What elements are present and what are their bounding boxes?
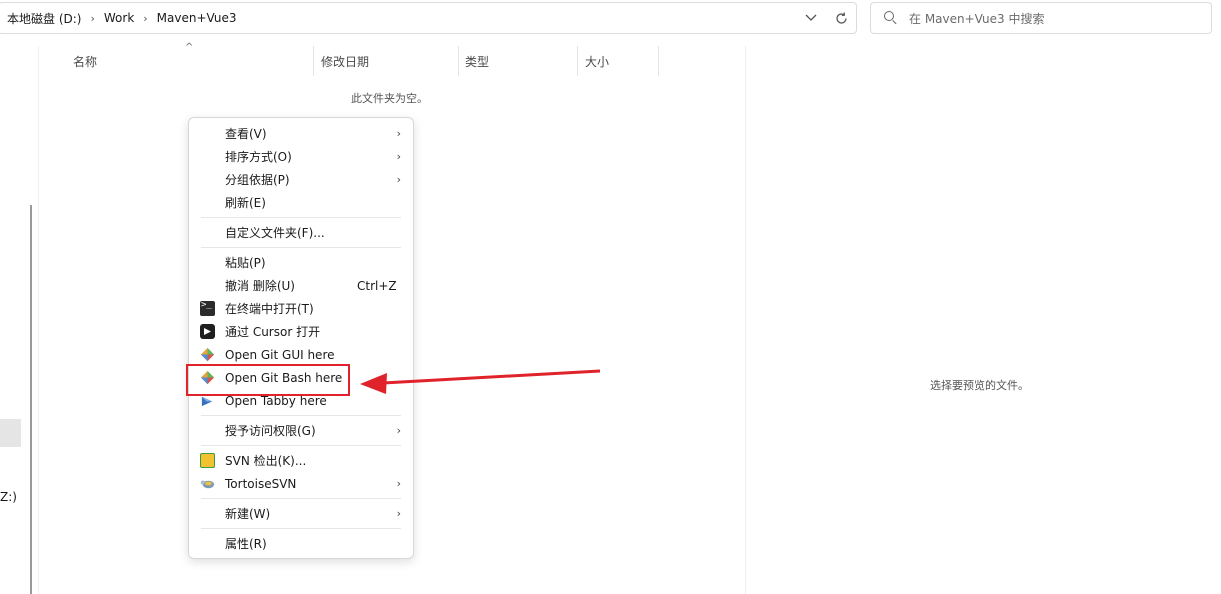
menu-item-label: SVN 检出(K)... <box>225 454 307 468</box>
chevron-down-icon[interactable] <box>796 3 826 33</box>
chevron-right-icon: › <box>396 173 401 186</box>
menu-item-new[interactable]: 新建(W) › <box>189 502 413 525</box>
chevron-right-icon: › <box>396 127 401 140</box>
menu-item-customize-folder[interactable]: 自定义文件夹(F)... <box>189 221 413 244</box>
breadcrumb-separator-icon[interactable]: › <box>90 12 94 25</box>
chevron-right-icon: › <box>396 477 401 490</box>
menu-item-open-in-terminal[interactable]: 在终端中打开(T) <box>189 297 413 320</box>
preview-message: 选择要预览的文件。 <box>930 379 1029 392</box>
menu-item-label: 自定义文件夹(F)... <box>225 226 325 240</box>
menu-item-label: 分组依据(P) <box>225 173 290 187</box>
menu-separator <box>201 528 401 529</box>
menu-item-refresh[interactable]: 刷新(E) <box>189 191 413 214</box>
menu-item-sort[interactable]: 排序方式(O) › <box>189 145 413 168</box>
breadcrumb-drive[interactable]: 本地磁盘 (D:) <box>7 10 81 27</box>
menu-item-properties[interactable]: 属性(R) <box>189 532 413 555</box>
column-header-size[interactable]: 大小 <box>585 46 657 76</box>
menu-item-label: 在终端中打开(T) <box>225 302 314 316</box>
terminal-icon <box>200 300 215 316</box>
chevron-right-icon: › <box>396 424 401 437</box>
search-placeholder[interactable]: 在 Maven+Vue3 中搜索 <box>909 10 1045 27</box>
breadcrumb-separator-icon[interactable]: › <box>143 12 147 25</box>
annotation-highlight-box <box>186 364 350 396</box>
column-header-name[interactable]: 名称 <box>73 46 313 76</box>
menu-item-shortcut: Ctrl+Z <box>357 278 397 293</box>
annotation-arrow-icon <box>360 369 601 394</box>
tortoisesvn-icon <box>200 480 215 489</box>
context-menu: 查看(V) › 排序方式(O) › 分组依据(P) › 刷新(E) 自定义文件夹… <box>188 117 414 559</box>
svn-checkout-icon <box>200 453 215 468</box>
chevron-right-icon: › <box>396 507 401 520</box>
menu-item-label: Open Git GUI here <box>225 347 335 362</box>
menu-item-label: 授予访问权限(G) <box>225 424 316 438</box>
menu-item-label: 新建(W) <box>225 507 271 521</box>
menu-item-label: 粘贴(P) <box>225 256 266 270</box>
column-divider[interactable] <box>458 46 459 76</box>
preview-pane-divider[interactable] <box>745 46 746 594</box>
search-box[interactable]: 在 Maven+Vue3 中搜索 <box>870 2 1212 34</box>
chevron-right-icon: › <box>396 150 401 163</box>
menu-separator <box>201 415 401 416</box>
menu-item-tortoisesvn[interactable]: TortoiseSVN › <box>189 472 413 495</box>
menu-item-undo-delete[interactable]: 撤消 删除(U) Ctrl+Z <box>189 274 413 297</box>
column-header-modified[interactable]: 修改日期 <box>321 46 457 76</box>
menu-item-label: 查看(V) <box>225 127 267 141</box>
menu-separator <box>201 445 401 446</box>
menu-item-label: 刷新(E) <box>225 196 266 210</box>
menu-item-paste[interactable]: 粘贴(P) <box>189 251 413 274</box>
nav-drive-label[interactable]: Z:) <box>0 490 17 504</box>
refresh-icon[interactable] <box>826 3 856 33</box>
menu-item-open-with-cursor[interactable]: 通过 Cursor 打开 <box>189 320 413 343</box>
menu-item-group-by[interactable]: 分组依据(P) › <box>189 168 413 191</box>
git-icon <box>200 347 215 362</box>
address-bar[interactable]: 本地磁盘 (D:) › Work › Maven+Vue3 <box>0 2 857 34</box>
menu-item-label: 属性(R) <box>225 537 267 551</box>
menu-item-grant-access[interactable]: 授予访问权限(G) › <box>189 419 413 442</box>
menu-separator <box>201 217 401 218</box>
menu-separator <box>201 498 401 499</box>
search-icon <box>883 10 899 26</box>
column-divider[interactable] <box>313 46 314 76</box>
column-header-type[interactable]: 类型 <box>465 46 575 76</box>
menu-item-label: 通过 Cursor 打开 <box>225 325 321 339</box>
nav-scrollbar[interactable] <box>30 205 32 594</box>
breadcrumb-current-folder[interactable]: Maven+Vue3 <box>157 11 237 25</box>
breadcrumb-work[interactable]: Work <box>104 11 134 25</box>
column-divider[interactable] <box>658 46 659 76</box>
menu-item-svn-checkout[interactable]: SVN 检出(K)... <box>189 449 413 472</box>
menu-separator <box>201 247 401 248</box>
nav-selected-item[interactable] <box>0 419 21 447</box>
pane-divider <box>38 46 39 594</box>
menu-item-label: 撤消 删除(U) <box>225 279 295 293</box>
menu-item-label: 排序方式(O) <box>225 150 292 164</box>
empty-folder-message: 此文件夹为空。 <box>351 92 428 105</box>
menu-item-view[interactable]: 查看(V) › <box>189 122 413 145</box>
menu-item-label: TortoiseSVN <box>225 476 297 491</box>
cursor-app-icon <box>200 324 215 339</box>
column-divider[interactable] <box>577 46 578 76</box>
